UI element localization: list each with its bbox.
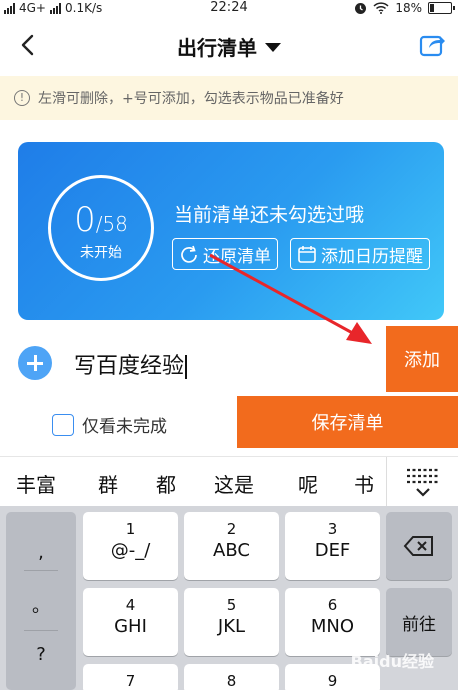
restore-list-button[interactable]: 还原清单 xyxy=(172,238,278,270)
checked-count: 0 xyxy=(74,200,96,240)
share-icon[interactable] xyxy=(418,30,446,58)
add-button[interactable]: 添加 xyxy=(386,326,458,392)
candidate-word[interactable]: 群 xyxy=(98,469,118,498)
add-calendar-label: 添加日历提醒 xyxy=(321,246,423,267)
candidate-word[interactable]: 都 xyxy=(156,469,176,498)
only-unfinished-label: 仅看未完成 xyxy=(82,417,167,437)
add-item-row: 写百度经验 添加 xyxy=(0,326,458,392)
page-title[interactable]: 出行清单 xyxy=(0,32,458,61)
divider xyxy=(24,630,58,631)
text-cursor xyxy=(185,355,187,379)
key-6[interactable]: 6 MNO xyxy=(285,588,380,656)
candidate-word[interactable]: 这是 xyxy=(214,469,254,498)
caret-down-icon xyxy=(265,43,281,52)
ime-candidate-bar: 丰富 群 都 这是 呢 书 xyxy=(0,456,458,507)
backspace-icon xyxy=(403,536,433,556)
battery-percent: 18% xyxy=(395,1,422,15)
key-1[interactable]: 1 @-_/ xyxy=(83,512,178,580)
punct-key[interactable]: 。 xyxy=(6,592,76,618)
add-calendar-button[interactable]: 添加日历提醒 xyxy=(290,238,430,270)
collapse-keyboard-button[interactable] xyxy=(386,457,458,507)
progress-status: 未开始 xyxy=(80,245,122,261)
key-8[interactable]: 8 xyxy=(184,664,279,690)
keyboard-collapse-icon xyxy=(407,468,439,497)
backspace-key[interactable] xyxy=(386,512,452,580)
key-3[interactable]: 3 DEF xyxy=(285,512,380,580)
only-unfinished-toggle[interactable]: 仅看未完成 xyxy=(52,412,167,437)
progress-card: 0/58 未开始 当前清单还未勾选过哦 还原清单 添加日历提醒 xyxy=(18,142,444,320)
divider xyxy=(24,570,58,571)
tip-text: 左滑可删除，+号可添加，勾选表示物品已准备好 xyxy=(38,91,344,107)
candidate-word[interactable]: 丰富 xyxy=(16,469,56,498)
alarm-icon xyxy=(355,2,367,14)
nav-header: 出行清单 xyxy=(0,16,458,74)
only-unfinished-checkbox[interactable] xyxy=(52,413,74,436)
candidate-word[interactable]: 呢 xyxy=(298,469,318,498)
wifi-icon xyxy=(373,2,389,14)
calendar-icon xyxy=(298,246,316,263)
key-7[interactable]: 7 xyxy=(83,664,178,690)
status-bar: 4G+ 0.1K/s 22:24 18% xyxy=(0,0,458,16)
tip-banner: ! 左滑可删除，+号可添加，勾选表示物品已准备好 xyxy=(0,76,458,120)
item-input[interactable]: 写百度经验 xyxy=(74,348,187,380)
progress-count: 0/58 xyxy=(51,200,151,240)
key-4[interactable]: 4 GHI xyxy=(83,588,178,656)
restore-list-label: 还原清单 xyxy=(203,246,271,267)
info-icon: ! xyxy=(14,90,30,106)
punct-key[interactable]: ? xyxy=(6,644,76,665)
punct-key[interactable]: , xyxy=(6,542,76,563)
save-list-button[interactable]: 保存清单 xyxy=(237,396,458,448)
action-bar: 仅看未完成 保存清单 xyxy=(0,396,458,452)
refresh-icon xyxy=(181,245,197,263)
status-right: 18% xyxy=(354,0,455,16)
key-2[interactable]: 2 ABC xyxy=(184,512,279,580)
total-count: /58 xyxy=(95,212,128,236)
watermark: Baidu经验 xyxy=(350,652,434,671)
battery-icon xyxy=(428,2,455,14)
punctuation-column[interactable]: , 。 ? xyxy=(6,512,76,690)
candidate-word[interactable]: 书 xyxy=(354,469,374,498)
key-5[interactable]: 5 JKL xyxy=(184,588,279,656)
progress-ring: 0/58 未开始 xyxy=(48,175,154,281)
plus-icon[interactable] xyxy=(18,346,52,380)
go-key[interactable]: 前往 xyxy=(386,588,452,656)
item-input-value: 写百度经验 xyxy=(74,354,185,379)
card-message: 当前清单还未勾选过哦 xyxy=(174,204,365,226)
